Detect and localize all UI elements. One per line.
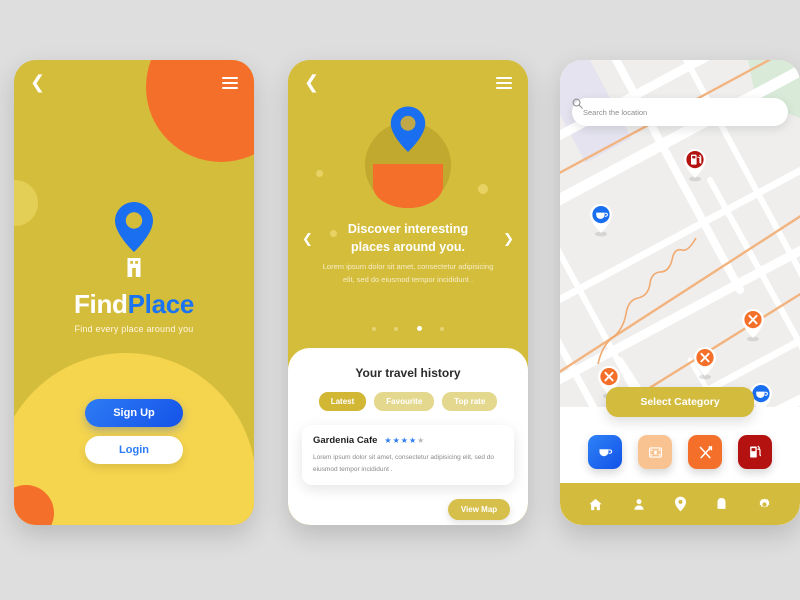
onboarding-body-text: Lorem ipsum dolor sit amet, consectetur …	[322, 262, 494, 285]
search-input[interactable]	[583, 107, 777, 117]
signup-button[interactable]: Sign Up	[85, 399, 183, 427]
app-logo	[112, 200, 156, 278]
onboarding-hero: ❮ ❮ ❯ Discover interesting places around…	[288, 60, 528, 348]
place-name: Gardenia Cafe	[313, 435, 378, 446]
history-filter-pills: Latest Favourite Top rate	[302, 392, 514, 411]
star-filled-1: ★	[384, 436, 393, 445]
search-bar[interactable]	[572, 98, 788, 126]
person-icon	[634, 498, 644, 510]
star-filled-3: ★	[400, 436, 409, 445]
star-filled-4: ★	[408, 436, 418, 445]
category-tile-restaurant[interactable]	[688, 435, 722, 469]
place-rating-stars: ★★★★★	[384, 436, 425, 445]
illustration-orange-shape	[373, 164, 443, 208]
brand-name-part2: Place	[127, 289, 195, 319]
carousel-dot-0[interactable]	[371, 327, 376, 331]
brand-name-part1: Find	[73, 289, 128, 319]
phone-onboarding-screen: ❮ ❮ ❯ Discover interesting places around…	[288, 60, 528, 525]
back-chevron-icon[interactable]: ❮	[30, 74, 45, 92]
carousel-dot-2[interactable]	[416, 326, 422, 331]
onboarding-headline: Discover interesting places around you.	[288, 220, 528, 256]
search-icon	[572, 98, 583, 109]
home-icon	[589, 498, 602, 510]
onboarding-headline-line1: Discover interesting	[347, 222, 469, 236]
location-pin-icon	[390, 106, 426, 152]
bell-icon	[717, 497, 726, 509]
phone-welcome-screen: ❮ FindPlace Find every place around you …	[14, 60, 254, 525]
coffee-cup-icon	[599, 449, 613, 457]
gear-icon	[759, 498, 770, 507]
place-card-header: Gardenia Cafe ★★★★★	[313, 435, 503, 446]
category-tiles	[560, 435, 800, 469]
category-tile-cinema[interactable]	[638, 435, 672, 469]
star-filled-2: ★	[392, 436, 401, 445]
carousel-dot-3[interactable]	[440, 327, 445, 331]
category-tile-cafe[interactable]	[588, 435, 622, 469]
filter-pill-latest[interactable]: Latest	[318, 392, 367, 411]
filter-pill-favourite[interactable]: Favourite	[374, 392, 435, 411]
building-icon	[127, 258, 141, 277]
category-tile-gas[interactable]	[738, 435, 772, 469]
decorative-dot-2	[478, 184, 488, 194]
map-pin-icon	[674, 496, 687, 512]
hamburger-menu-icon[interactable]	[496, 74, 512, 92]
select-category-button[interactable]: Select Category	[606, 387, 754, 417]
brand-name: FindPlace	[14, 289, 254, 320]
place-description: Lorem ipsum dolor sit amet, consectetur …	[313, 454, 495, 473]
phone-map-screen: Select Category	[560, 60, 800, 525]
film-strip-icon	[648, 446, 662, 458]
brand-block: FindPlace Find every place around you	[14, 200, 254, 334]
tab-notifications[interactable]	[715, 497, 728, 512]
back-chevron-icon[interactable]: ❮	[304, 74, 319, 92]
topbar-screen1: ❮	[14, 60, 254, 106]
hamburger-menu-icon[interactable]	[222, 74, 238, 92]
star-empty-5: ★	[417, 436, 426, 445]
onboarding-illustration	[365, 106, 451, 208]
auth-buttons: Sign Up Login	[14, 399, 254, 473]
gas-pump-icon	[750, 445, 762, 458]
travel-history-sheet: Your travel history Latest Favourite Top…	[288, 348, 528, 525]
app-mockup-canvas: ❮ FindPlace Find every place around you …	[0, 0, 800, 600]
place-card[interactable]: Gardenia Cafe ★★★★★ Lorem ipsum dolor si…	[302, 425, 514, 486]
bottom-tab-bar	[560, 483, 800, 525]
tab-settings[interactable]	[757, 497, 772, 512]
view-map-button[interactable]: View Map	[448, 499, 510, 521]
brand-tagline: Find every place around you	[74, 324, 194, 334]
decorative-dot-1	[316, 170, 323, 177]
tab-places[interactable]	[674, 496, 687, 512]
tab-home[interactable]	[588, 497, 603, 512]
location-pin-icon	[115, 202, 153, 252]
cutlery-icon	[699, 445, 712, 458]
travel-history-title: Your travel history	[355, 366, 461, 380]
filter-pill-top-rate[interactable]: Top rate	[442, 392, 498, 411]
carousel-dot-1[interactable]	[394, 327, 399, 331]
tab-profile[interactable]	[632, 497, 646, 512]
carousel-dots	[288, 318, 528, 336]
login-button[interactable]: Login	[85, 436, 183, 464]
onboarding-headline-line2: places around you.	[351, 240, 465, 255]
topbar-screen2: ❮	[288, 60, 528, 106]
